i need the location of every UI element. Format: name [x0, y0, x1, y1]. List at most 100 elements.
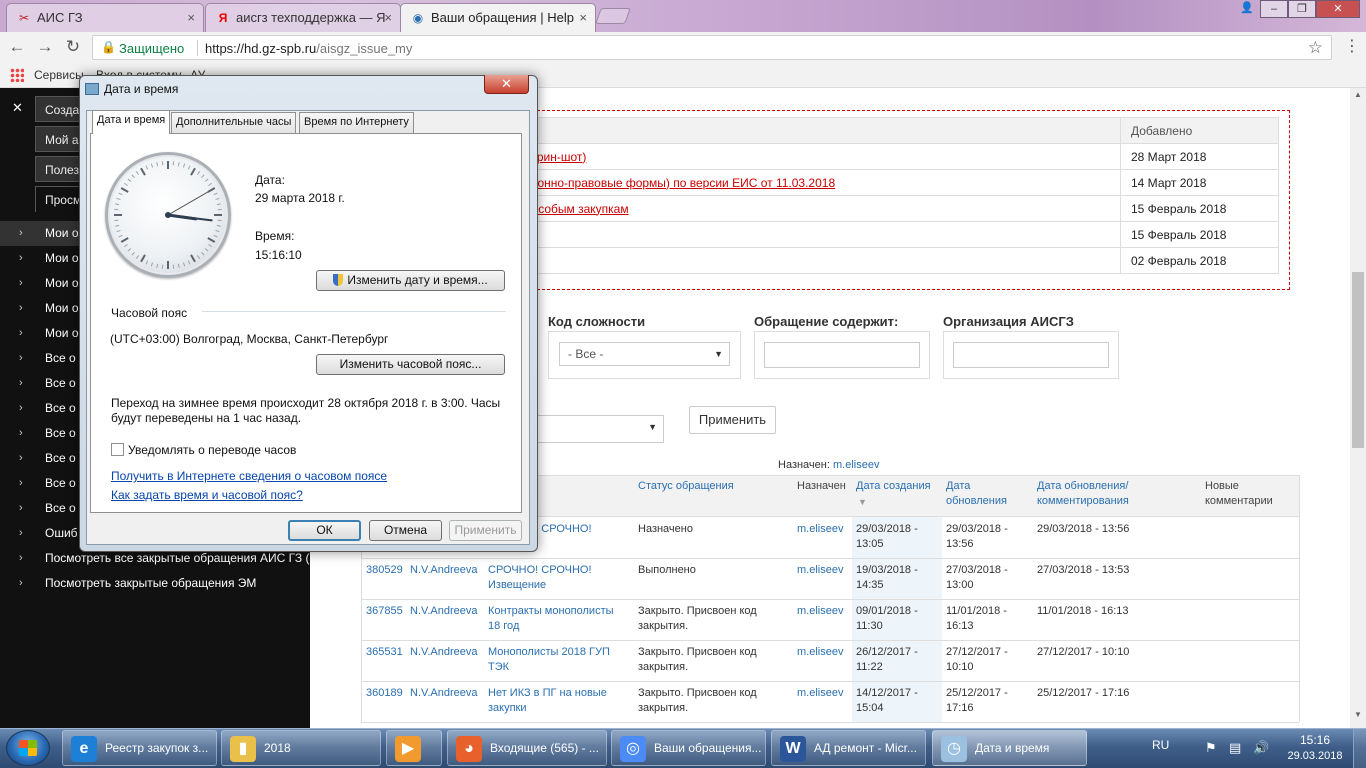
col-status-header[interactable]: Статус обращения	[638, 479, 734, 494]
issue-author-link[interactable]: N.V.Andreeva	[410, 645, 485, 660]
apply-button[interactable]: Применить	[449, 520, 522, 541]
sidebar-item-label: Ошиб	[45, 526, 78, 540]
scroll-up-arrow-icon[interactable]: ▲	[1350, 90, 1366, 104]
issue-id-link[interactable]: 365531	[366, 645, 406, 660]
issue-id-link[interactable]: 367855	[366, 604, 406, 619]
browser-menu-icon[interactable]: ⋮	[1344, 36, 1360, 56]
clock-minute-tick	[124, 243, 128, 248]
sidebar-close-icon[interactable]: ✕	[12, 100, 23, 116]
issue-subject-link[interactable]: Контракты монополисты 18 год	[488, 604, 618, 634]
volume-icon[interactable]: 🔊	[1253, 740, 1269, 756]
show-desktop-button[interactable]	[1353, 729, 1366, 768]
assigned-user-link[interactable]: m.eliseev	[833, 459, 879, 471]
bookmark-star-icon[interactable]: ☆	[1308, 38, 1323, 58]
tab-date-time[interactable]: Дата и время	[92, 110, 171, 134]
col-created-header[interactable]: Дата создания	[856, 479, 931, 494]
issue-assigned-link[interactable]: m.eliseev	[797, 686, 852, 701]
chevron-right-icon: ›	[19, 452, 23, 464]
org-input[interactable]	[953, 342, 1109, 368]
network-icon[interactable]: ▤	[1229, 740, 1241, 756]
col-updated-header[interactable]: Дата обновления	[946, 479, 1016, 509]
user-icon[interactable]: 👤	[1233, 0, 1261, 18]
row-divider	[361, 640, 1299, 641]
issue-created: 14/12/2017 - 15:04	[856, 687, 918, 714]
scroll-down-arrow-icon[interactable]: ▼	[1350, 710, 1366, 724]
issue-author-link[interactable]: N.V.Andreeva	[410, 604, 485, 619]
language-indicator[interactable]: RU	[1152, 738, 1169, 752]
taskbar-button[interactable]: ◷ Дата и время	[932, 730, 1087, 766]
minimize-icon[interactable]: –	[1260, 0, 1288, 18]
flag-icon[interactable]: ⚑	[1205, 740, 1217, 756]
taskbar-button[interactable]: W АД ремонт - Micr...	[771, 730, 926, 766]
close-tab-icon[interactable]: ×	[579, 4, 587, 31]
bookmark-services[interactable]: Сервисы	[34, 68, 84, 82]
col-assigned-header: Назначен	[797, 480, 846, 492]
taskbar-date[interactable]: 29.03.2018	[1285, 750, 1345, 762]
reload-icon[interactable]: ↻	[62, 36, 84, 58]
taskbar-button[interactable]: ◕ Входящие (565) - ...	[447, 730, 607, 766]
restore-icon[interactable]: ❐	[1288, 0, 1316, 18]
close-window-icon[interactable]: ✕	[1316, 0, 1360, 18]
clock-minute-tick	[182, 262, 186, 267]
issue-assigned-link[interactable]: m.eliseev	[797, 522, 852, 537]
issue-author-link[interactable]: N.V.Andreeva	[410, 686, 485, 701]
back-arrow-icon[interactable]: ←	[6, 36, 28, 58]
issue-id-link[interactable]: 380529	[366, 563, 406, 578]
sidebar-item[interactable]: › Посмотреть закрытые обращения ЭМ	[0, 571, 310, 596]
contains-input[interactable]	[764, 342, 920, 368]
clock-minute-tick	[187, 260, 191, 265]
clock-minute-tick	[115, 203, 120, 206]
apply-filter-button[interactable]: Применить	[689, 406, 776, 434]
close-tab-icon[interactable]: ×	[187, 4, 195, 31]
issue-subject-link[interactable]: Монополисты 2018 ГУП ТЭК	[488, 645, 618, 675]
tab-internet-time[interactable]: Время по Интернету	[299, 112, 414, 133]
taskbar-button[interactable]: ◎ Ваши обращения...	[611, 730, 766, 766]
issue-assigned-link[interactable]: m.eliseev	[797, 604, 852, 619]
clock-hour-tick	[190, 167, 196, 176]
issue-assigned-link[interactable]: m.eliseev	[797, 645, 852, 660]
tab-ais-gz[interactable]: ✂ АИС ГЗ ×	[6, 3, 204, 32]
forward-arrow-icon[interactable]: →	[34, 36, 56, 58]
col-updated-commented-header[interactable]: Дата обновления/ комментирования	[1037, 479, 1152, 509]
taskbar-button[interactable]: ▮ 2018	[221, 730, 381, 766]
change-datetime-button[interactable]: Изменить дату и время...	[316, 270, 505, 291]
notify-checkbox[interactable]	[111, 443, 124, 456]
tab-additional-clocks[interactable]: Дополнительные часы	[171, 112, 297, 133]
tab-helpdesk[interactable]: ◉ Ваши обращения | Help ×	[400, 3, 596, 32]
issue-author-link[interactable]: N.V.Andreeva	[410, 563, 485, 578]
clock-minute-tick	[127, 248, 132, 252]
clock-minute-tick	[216, 203, 221, 206]
cancel-button[interactable]: Отмена	[369, 520, 442, 541]
page-scrollbar-thumb[interactable]	[1352, 272, 1364, 448]
timezone-info-link[interactable]: Получить в Интернете сведения о часовом …	[111, 469, 387, 483]
change-timezone-button[interactable]: Изменить часовой пояс...	[316, 354, 505, 375]
new-tab-button[interactable]	[595, 8, 631, 24]
dialog-close-icon[interactable]: ✕	[484, 75, 529, 94]
issue-subject-link[interactable]: Нет ИКЗ в ПГ на новые закупки	[488, 686, 618, 716]
tab-yandex-search[interactable]: Я аисгз техподдержка — Я ×	[205, 3, 401, 32]
taskbar-button[interactable]: ▶	[386, 730, 442, 766]
apps-grid-icon[interactable]	[10, 68, 24, 82]
taskbar-button[interactable]: e Реестр закупок з...	[62, 730, 217, 766]
clock-minute-tick	[131, 251, 135, 256]
clock-minute-tick	[213, 192, 218, 196]
ok-button[interactable]: ОК	[288, 520, 361, 541]
start-button[interactable]	[6, 730, 50, 766]
complexity-select[interactable]: - Все - ▼	[559, 342, 730, 366]
chevron-right-icon: ›	[19, 577, 23, 589]
news-link[interactable]: изационно-правовые формы) по версии ЕИС …	[505, 176, 835, 190]
issue-id-link[interactable]: 360189	[366, 686, 406, 701]
howto-link[interactable]: Как задать время и часовой пояс?	[111, 488, 303, 502]
issue-subject-link[interactable]: СРОЧНО! СРОЧНО! Извещение	[488, 563, 618, 593]
issue-assigned-link[interactable]: m.eliseev	[797, 563, 852, 578]
clock-minute-tick	[196, 171, 201, 175]
close-tab-icon[interactable]: ×	[384, 4, 392, 31]
address-bar[interactable]: 🔒 Защищено https://hd.gz-spb.ru/aisgz_is…	[92, 35, 1332, 60]
sort-desc-icon: ▼	[858, 497, 867, 507]
chevron-right-icon: ›	[19, 477, 23, 489]
filter-select[interactable]: ▼	[520, 415, 664, 443]
url-text[interactable]: https://hd.gz-spb.ru/aisgz_issue_my	[205, 41, 412, 56]
sidebar-item-label: Все о	[45, 501, 76, 515]
taskbar-time[interactable]: 15:16	[1285, 733, 1345, 747]
url-path: /aisgz_issue_my	[316, 41, 413, 56]
